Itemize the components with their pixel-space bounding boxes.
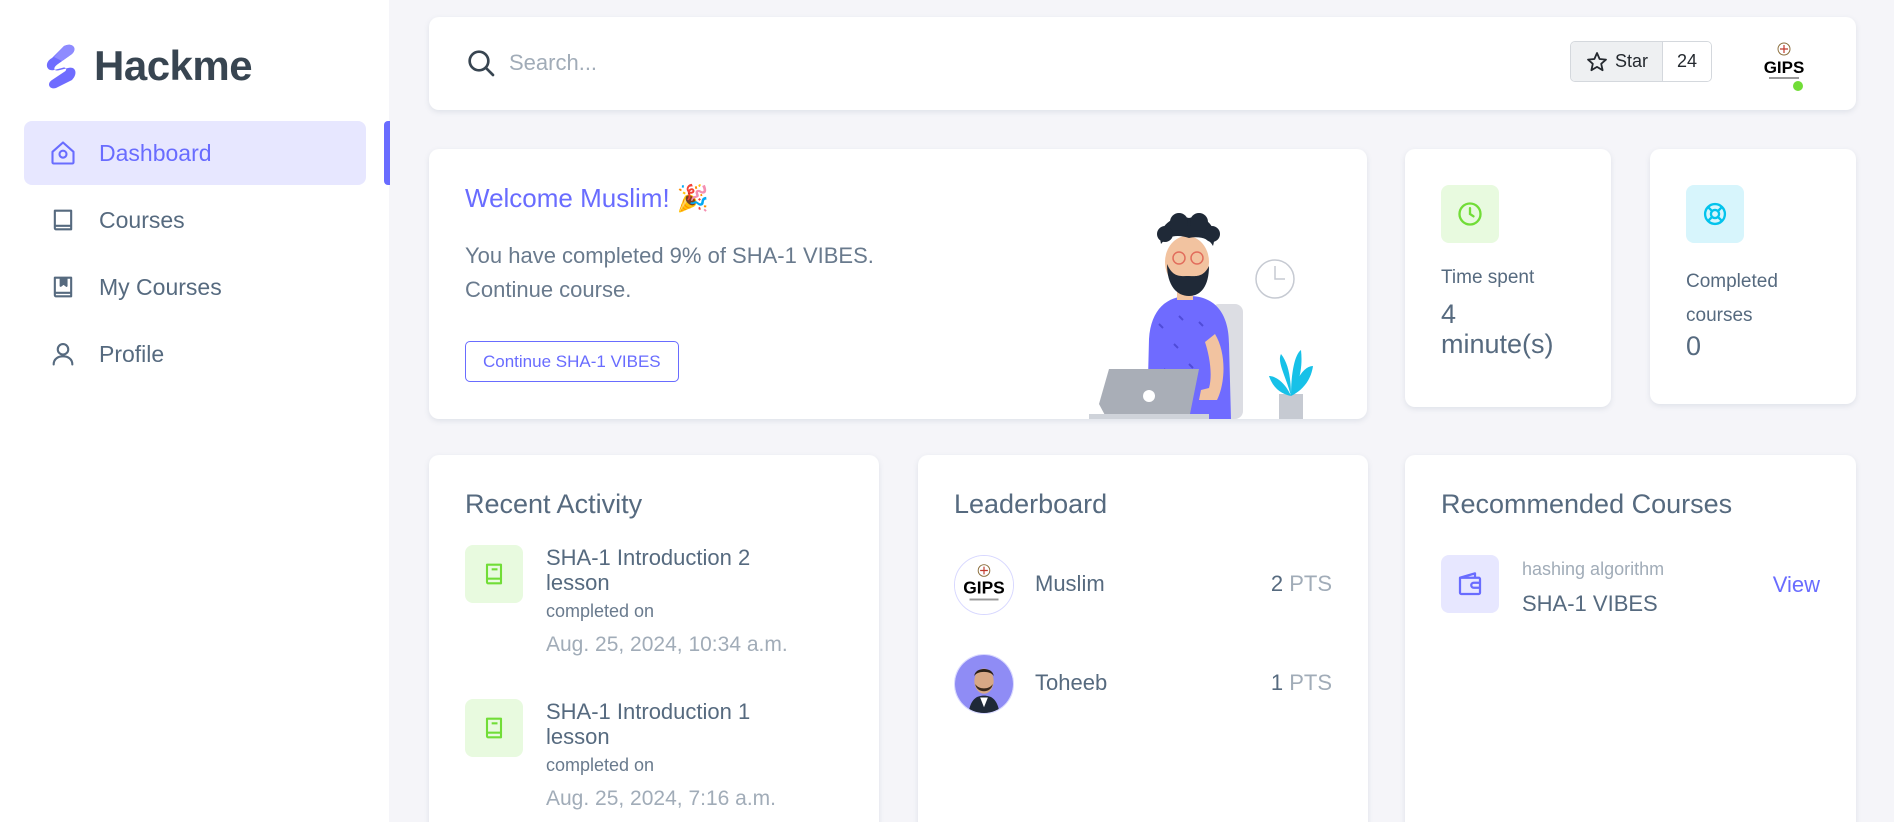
sidebar-item-label: Profile (99, 340, 165, 367)
leaderboard-points: 2 PTS (1271, 571, 1332, 597)
brand[interactable]: Hackme (44, 40, 253, 92)
star-icon (1587, 51, 1607, 71)
leaderboard-name: Muslim (1035, 571, 1105, 596)
points-unit: PTS (1289, 571, 1332, 596)
time-spent-value: 4 minute(s) (1441, 299, 1554, 359)
activity-subtitle: completed on (546, 601, 655, 621)
search-icon (468, 50, 495, 77)
leaderboard-points: 1 PTS (1271, 670, 1332, 696)
online-status-dot (1791, 79, 1805, 93)
avatar-logo-text: GIPS (963, 578, 1005, 598)
completed-courses-label: Completed courses (1686, 265, 1778, 333)
time-spent-unit: minute(s) (1441, 329, 1554, 359)
sidebar-item-courses[interactable]: Courses (24, 188, 366, 252)
sidebar: Hackme Dashboard Courses My Courses Prof… (0, 0, 389, 822)
lifebuoy-icon (1703, 202, 1727, 226)
top-navbar: Star 24 GIPS (429, 17, 1856, 110)
points-value: 1 (1270, 670, 1284, 695)
star-label: Star (1615, 51, 1649, 71)
course-name: SHA-1 VIBES (1522, 591, 1658, 616)
completed-courses-value: 0 (1686, 331, 1702, 361)
sidebar-item-my-courses[interactable]: My Courses (24, 255, 366, 319)
welcome-card: Welcome Muslim! 🎉 You have completed 9% … (429, 149, 1367, 419)
github-star-widget: Star 24 (1570, 41, 1713, 82)
activity-date: Aug. 25, 2024, 7:16 a.m. (546, 787, 776, 810)
star-button[interactable]: Star (1571, 42, 1664, 81)
sidebar-item-label: Courses (99, 206, 185, 233)
recent-activity-title: Recent Activity (465, 489, 643, 519)
points-unit: PTS (1289, 670, 1332, 695)
activity-title: SHA-1 Introduction 2 lesson (546, 545, 751, 595)
avatar-logo-text: GIPS (1764, 58, 1805, 77)
sidebar-item-profile[interactable]: Profile (24, 322, 366, 386)
points-value: 2 (1270, 571, 1284, 596)
wallet-icon (1458, 572, 1482, 596)
sidebar-menu: Dashboard Courses My Courses Profile (24, 121, 366, 389)
wallet-icon-wrap (1441, 555, 1499, 613)
sidebar-item-label: My Courses (99, 273, 222, 300)
continue-text: Continue course. (465, 277, 632, 302)
leaderboard-title: Leaderboard (954, 489, 1108, 519)
leaderboard-card: Leaderboard GIPS Muslim 2 PTS Toheeb 1 P… (918, 455, 1368, 822)
completed-label-line2: courses (1686, 305, 1753, 326)
home-icon (51, 141, 75, 165)
leaderboard-row[interactable]: Toheeb 1 PTS (954, 654, 1332, 716)
search-input[interactable] (509, 39, 839, 87)
active-menu-marker (384, 121, 390, 185)
activity-subtitle: completed on (546, 755, 655, 775)
recent-activity-card: Recent Activity SHA-1 Introduction 2 les… (429, 455, 879, 822)
avatar: GIPS (954, 555, 1014, 615)
avatar (954, 654, 1014, 714)
welcome-text: You have completed 9% of SHA-1 VIBES. Co… (465, 239, 935, 307)
man-with-laptop-illustration (1089, 213, 1313, 419)
completed-label-line1: Completed (1686, 271, 1778, 292)
clock-icon (1458, 202, 1482, 226)
welcome-title: Welcome Muslim! 🎉 (465, 183, 710, 213)
book-icon-wrap (465, 699, 523, 757)
sidebar-item-dashboard[interactable]: Dashboard (24, 121, 366, 185)
brand-logo-icon (46, 44, 76, 89)
continue-course-button[interactable]: Continue SHA-1 VIBES (465, 341, 679, 382)
recommended-courses-title: Recommended Courses (1441, 489, 1733, 519)
leaderboard-row[interactable]: GIPS Muslim 2 PTS (954, 555, 1332, 617)
bookmark-book-icon (53, 276, 73, 298)
activity-date: Aug. 25, 2024, 10:34 a.m. (546, 633, 788, 656)
leaderboard-name: Toheeb (1035, 670, 1108, 695)
course-category: hashing algorithm (1522, 559, 1665, 579)
recommended-courses-card: Recommended Courses hashing algorithm SH… (1405, 455, 1856, 822)
book-icon (485, 717, 503, 739)
activity-title: SHA-1 Introduction 1 lesson (546, 699, 751, 749)
brand-name: Hackme (94, 42, 253, 89)
time-spent-label: Time spent (1441, 267, 1535, 288)
time-spent-number: 4 (1441, 299, 1457, 329)
book-icon (485, 563, 503, 585)
user-icon (52, 343, 74, 366)
support-icon-wrap (1686, 185, 1744, 243)
book-icon-wrap (465, 545, 523, 603)
progress-text: You have completed 9% of SHA-1 VIBES. (465, 243, 874, 268)
clock-icon-wrap (1441, 185, 1499, 243)
view-course-link[interactable]: View (1773, 572, 1820, 598)
sidebar-item-label: Dashboard (99, 139, 212, 166)
time-spent-card: Time spent 4 minute(s) (1405, 149, 1611, 407)
book-icon (53, 209, 73, 231)
star-count[interactable]: 24 (1663, 42, 1712, 81)
completed-courses-card: Completed courses 0 (1650, 149, 1856, 404)
